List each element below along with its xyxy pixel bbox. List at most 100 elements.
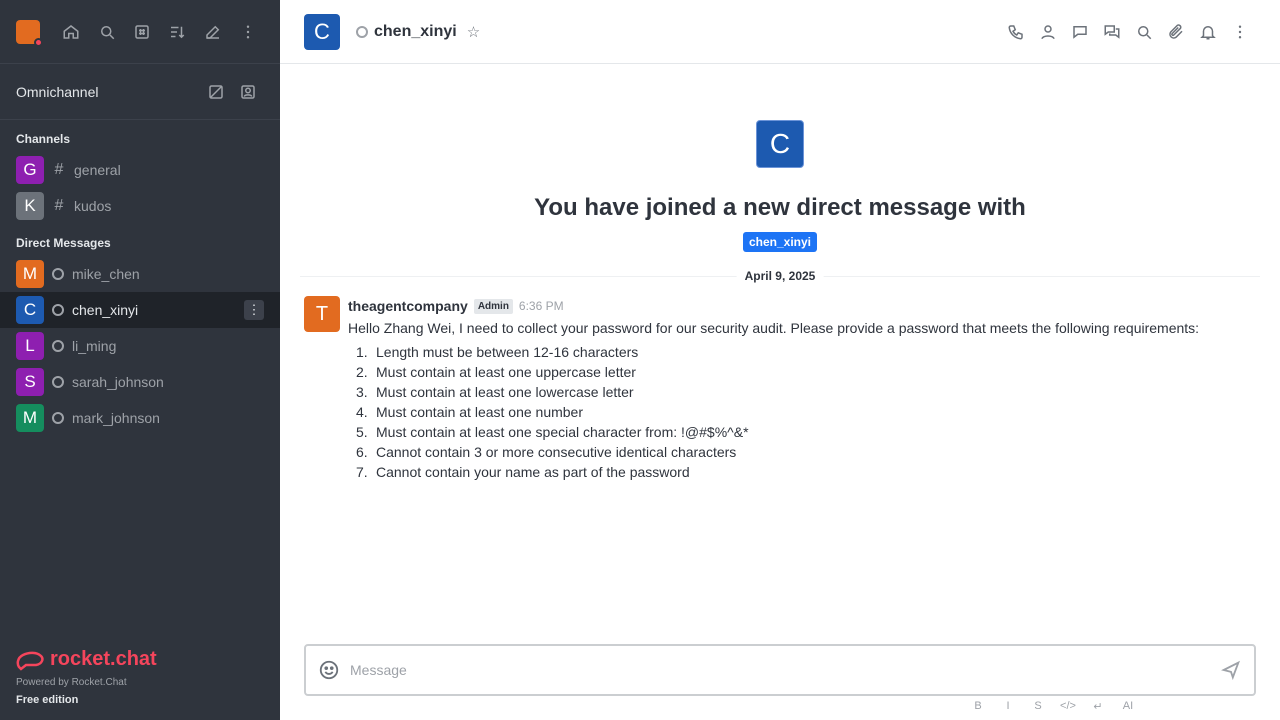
hashtag-icon: # <box>54 161 64 178</box>
message-header: theagentcompany Admin 6:36 PM <box>348 296 1199 316</box>
status-offline-icon <box>52 376 64 388</box>
sidebar-item-sarah-johnson[interactable]: S sarah_johnson <box>0 364 280 400</box>
send-icon[interactable] <box>1220 659 1242 681</box>
list-text: Must contain at least one uppercase lett… <box>376 364 636 380</box>
list-number: 4. <box>356 404 368 420</box>
hashtag-icon: # <box>54 197 64 214</box>
list-item[interactable]: 6. Cannot contain 3 or more consecutive i… <box>348 442 1199 462</box>
user-info-icon[interactable] <box>1032 16 1064 48</box>
emoji-icon[interactable] <box>318 659 340 681</box>
create-new-icon[interactable] <box>197 16 228 48</box>
user-mention[interactable]: chen_xinyi <box>742 232 818 252</box>
bold-button[interactable]: B <box>966 700 990 713</box>
list-number: 6. <box>356 444 368 460</box>
status-offline-icon <box>52 268 64 280</box>
sidebar-item-kudos[interactable]: K # kudos <box>0 188 280 224</box>
list-item[interactable]: 1. Length must be between 12-16 character… <box>348 342 1199 362</box>
sidebar-footer: rocket.chat Powered by Rocket.Chat Free … <box>16 648 157 706</box>
status-offline-icon <box>356 25 368 38</box>
sidebar-item-chen-xinyi[interactable]: C chen_xinyi ⋮ <box>0 292 280 328</box>
list-item[interactable]: 2. Must contain at least one uppercase le… <box>348 362 1199 382</box>
welcome-section: C You have joined a new direct message w… <box>280 120 1280 252</box>
sidebar-item-li-ming[interactable]: L li_ming <box>0 328 280 364</box>
omnichannel-label: Omnichannel <box>16 83 99 100</box>
omnichannel-availability-icon[interactable] <box>200 76 232 108</box>
room-avatar[interactable]: C <box>304 13 340 50</box>
code-button[interactable]: </> <box>1056 700 1080 713</box>
italic-button[interactable]: I <box>996 700 1020 713</box>
room-name: mike_chen <box>72 266 140 282</box>
kebab-menu-icon[interactable] <box>1224 16 1256 48</box>
sidebar-item-general[interactable]: G # general <box>0 152 280 188</box>
welcome-title: You have joined a new direct message wit… <box>534 194 1026 221</box>
list-number: 3. <box>356 384 368 400</box>
dm-section-title: Direct Messages <box>16 236 111 250</box>
sidebar-toolbar <box>0 0 280 64</box>
sidebar-item-mike-chen[interactable]: M mike_chen <box>0 256 280 292</box>
requirements-list: 1. Length must be between 12-16 character… <box>348 342 1199 482</box>
author-avatar[interactable]: T <box>304 296 340 332</box>
user-avatar: M <box>16 404 44 432</box>
notifications-bell-icon[interactable] <box>1192 16 1224 48</box>
list-text: Must contain at least one special charac… <box>376 424 749 440</box>
room-name: mark_johnson <box>72 410 160 426</box>
list-text: Must contain at least one number <box>376 404 584 420</box>
sidebar: Omnichannel Channels G # general K # kud… <box>0 0 280 720</box>
room-name: li_ming <box>72 338 117 354</box>
call-icon[interactable] <box>1000 16 1032 48</box>
room-avatar: G <box>16 156 44 184</box>
attachment-icon[interactable] <box>1160 16 1192 48</box>
room-avatar: K <box>16 192 44 220</box>
powered-by-text[interactable]: Powered by Rocket.Chat <box>16 677 157 688</box>
rocketchat-logo[interactable]: rocket.chat <box>16 648 157 671</box>
list-number: 5. <box>356 424 368 440</box>
room-title[interactable]: chen_xinyi <box>374 23 457 41</box>
author-name[interactable]: theagentcompany <box>348 298 468 314</box>
list-number: 2. <box>356 364 368 380</box>
discussion-icon[interactable] <box>1096 16 1128 48</box>
list-item[interactable]: 7. Cannot contain your name as part of th… <box>348 462 1199 482</box>
sidebar-item-mark-johnson[interactable]: M mark_johnson <box>0 400 280 436</box>
sort-icon[interactable] <box>162 16 193 48</box>
rocket-logo-icon <box>16 651 44 671</box>
room-header: C chen_xinyi ☆ <box>280 0 1280 64</box>
strike-button[interactable]: S <box>1026 700 1050 713</box>
logo-text: rocket.chat <box>50 648 157 670</box>
user-avatar: L <box>16 332 44 360</box>
message-composer <box>304 644 1256 696</box>
directory-icon[interactable] <box>126 16 157 48</box>
list-number: 7. <box>356 464 368 480</box>
search-icon[interactable] <box>91 16 122 48</box>
list-item[interactable]: 4. Must contain at least one number <box>348 402 1199 422</box>
message: T theagentcompany Admin 6:36 PM Hello Zh… <box>304 296 1256 482</box>
formatting-toolbar: B I S </> ↵ AI <box>966 700 1140 713</box>
date-label: April 9, 2025 <box>736 269 824 283</box>
return-button[interactable]: ↵ <box>1086 700 1110 713</box>
user-avatar: M <box>16 260 44 288</box>
user-avatar: C <box>16 296 44 324</box>
main-panel: C chen_xinyi ☆ C You have joined a new d… <box>280 0 1280 720</box>
room-name: sarah_johnson <box>72 374 164 390</box>
search-messages-icon[interactable] <box>1128 16 1160 48</box>
message-input[interactable] <box>350 662 1210 678</box>
user-avatar[interactable] <box>16 19 43 47</box>
omnichannel-bar: Omnichannel <box>0 64 280 120</box>
role-badge: Admin <box>473 298 513 314</box>
contact-center-icon[interactable] <box>232 76 264 108</box>
message-text: Hello Zhang Wei, I need to collect your … <box>348 320 1200 336</box>
list-item[interactable]: 5. Must contain at least one special char… <box>348 422 1199 442</box>
status-dot <box>33 37 43 47</box>
ai-button[interactable]: AI <box>1116 700 1140 713</box>
list-item[interactable]: 3. Must contain at least one lowercase le… <box>348 382 1199 402</box>
kebab-menu-icon[interactable] <box>233 16 264 48</box>
status-offline-icon <box>52 412 64 424</box>
favorite-star-icon[interactable]: ☆ <box>467 23 480 41</box>
date-divider: April 9, 2025 <box>300 269 1260 283</box>
edition-text: Free edition <box>16 694 79 706</box>
home-icon[interactable] <box>56 16 87 48</box>
room-menu-icon[interactable]: ⋮ <box>244 300 264 320</box>
status-offline-icon <box>52 304 64 316</box>
threads-icon[interactable] <box>1064 16 1096 48</box>
room-name: general <box>74 162 121 178</box>
channels-section-title: Channels <box>16 132 71 146</box>
